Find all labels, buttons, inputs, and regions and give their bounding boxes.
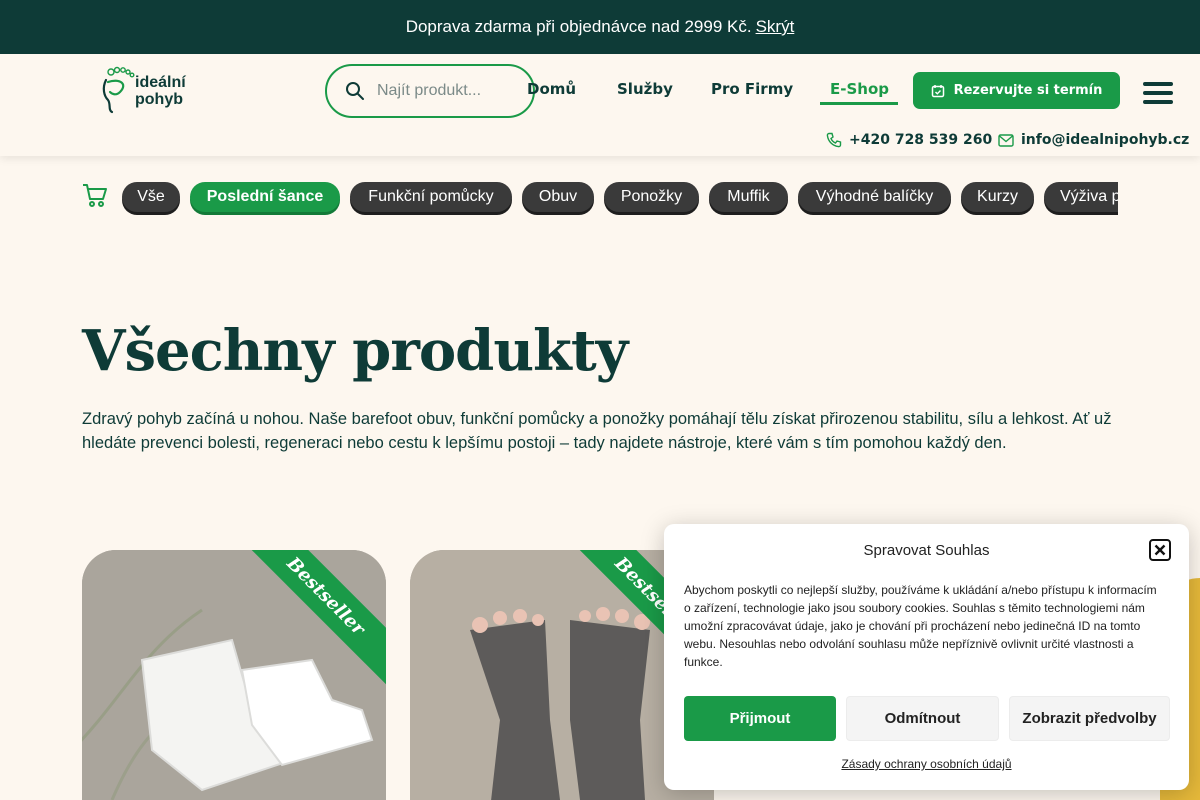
- nav-business[interactable]: Pro Firmy: [711, 80, 793, 98]
- logo-line-2: pohyb: [135, 91, 183, 108]
- calendar-icon: [931, 84, 944, 97]
- category-bundles[interactable]: Výhodné balíčky: [798, 182, 951, 212]
- announcement-text: Doprava zdarma při objednávce nad 2999 K…: [405, 17, 752, 36]
- email-link[interactable]: info@idealnipohyb.cz: [998, 132, 1189, 148]
- consent-body: Abychom poskytli co nejlepší služby, pou…: [684, 583, 1157, 669]
- nav-active-indicator: [820, 102, 898, 105]
- accept-button[interactable]: Přijmout: [684, 696, 836, 741]
- category-all[interactable]: Vše: [122, 182, 180, 212]
- book-appointment-label: Rezervujte si termín: [953, 83, 1103, 98]
- nav-services[interactable]: Služby: [617, 80, 673, 98]
- site-logo[interactable]: ideální pohyb: [100, 66, 200, 118]
- site-header: ideální pohyb Domů Služby Pro Firmy E-Sh…: [0, 54, 1200, 156]
- category-shoes[interactable]: Obuv: [522, 182, 594, 212]
- footprint-logo-icon: [102, 66, 135, 114]
- preferences-button[interactable]: Zobrazit předvolby: [1009, 696, 1170, 741]
- category-aids[interactable]: Funkční pomůcky: [350, 182, 512, 212]
- search-input[interactable]: [377, 82, 517, 100]
- book-appointment-button[interactable]: Rezervujte si termín: [913, 72, 1120, 109]
- category-nutrition[interactable]: Výživa p: [1044, 182, 1118, 212]
- logo-line-1: ideální: [135, 74, 186, 91]
- announcement-bar: Doprava zdarma při objednávce nad 2999 K…: [0, 0, 1200, 54]
- phone-link[interactable]: +420 728 539 260: [826, 132, 992, 148]
- category-pills: Vše Poslední šance Funkční pomůcky Obuv …: [0, 170, 1118, 220]
- category-last-chance[interactable]: Poslední šance: [190, 182, 340, 212]
- phone-number: +420 728 539 260: [849, 132, 993, 148]
- consent-title: Spravovat Souhlas: [863, 542, 990, 559]
- close-icon[interactable]: [1149, 539, 1171, 561]
- cookie-consent-dialog: Spravovat Souhlas Abychom poskytli co ne…: [664, 524, 1189, 790]
- product-card[interactable]: Bestseller: [82, 550, 386, 800]
- deny-button[interactable]: Odmítnout: [846, 696, 999, 741]
- nav-home[interactable]: Domů: [527, 80, 576, 98]
- page-intro: Zdravý pohyb začíná u nohou. Naše barefo…: [82, 410, 1112, 452]
- email-address: info@idealnipohyb.cz: [1021, 132, 1190, 148]
- search-icon[interactable]: [345, 81, 365, 101]
- menu-icon[interactable]: [1143, 82, 1173, 104]
- category-muffik[interactable]: Muffik: [709, 182, 788, 212]
- privacy-policy-link[interactable]: Zásady ochrany osobních údajů: [664, 757, 1189, 771]
- category-courses[interactable]: Kurzy: [961, 182, 1034, 212]
- nav-eshop[interactable]: E-Shop: [830, 80, 889, 98]
- page-title: Všechny produkty: [82, 318, 628, 384]
- phone-icon: [826, 132, 842, 148]
- mail-icon: [998, 133, 1014, 147]
- category-socks[interactable]: Ponožky: [604, 182, 699, 212]
- search-box[interactable]: [325, 64, 535, 118]
- hide-announcement-link[interactable]: Skrýt: [756, 17, 795, 37]
